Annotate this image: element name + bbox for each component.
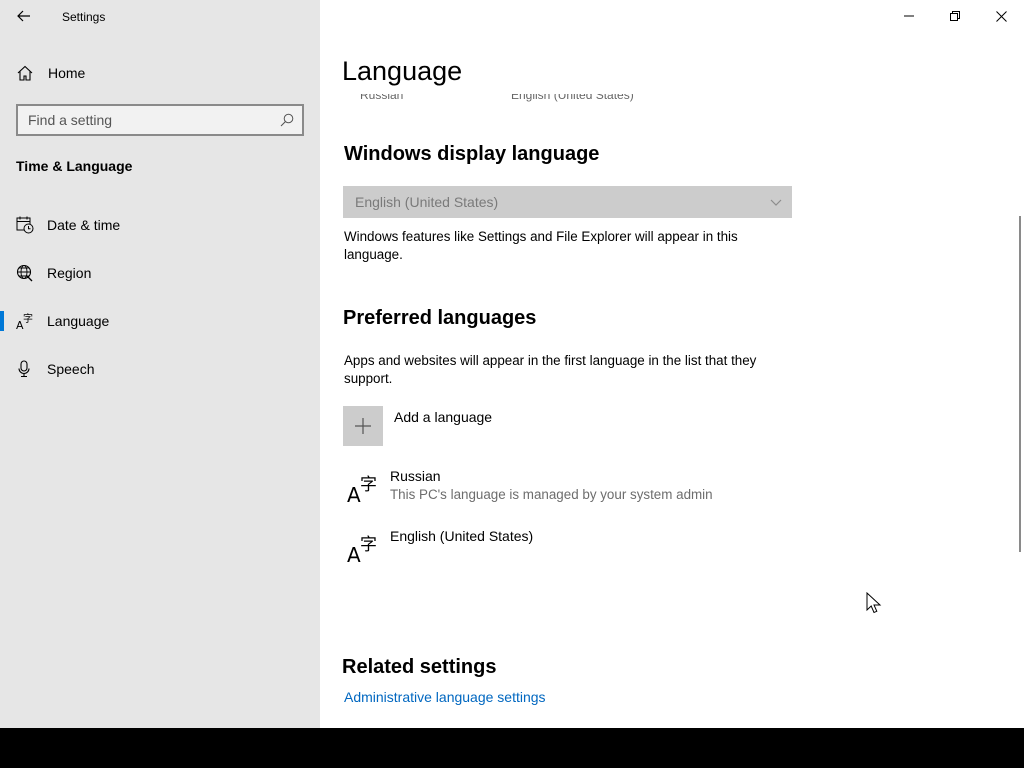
app-title: Settings: [62, 10, 106, 24]
preferred-languages-description: Apps and websites will appear in the fir…: [344, 353, 757, 386]
sidebar-item-label: Region: [47, 265, 92, 281]
display-language-dropdown[interactable]: English (United States): [343, 186, 792, 218]
language-item-russian[interactable]: A 字 Russian This PC's language is manage…: [343, 466, 793, 514]
sidebar-item-language[interactable]: A 字 Language: [0, 301, 320, 341]
add-language-button[interactable]: Add a language: [343, 406, 643, 446]
add-language-label: Add a language: [394, 409, 493, 425]
language-name: Russian: [390, 468, 441, 484]
display-language-description: Windows features like Settings and File …: [344, 229, 738, 262]
microphone-icon: [18, 360, 30, 378]
language-name: English (United States): [390, 528, 534, 544]
nav-home[interactable]: Home: [0, 58, 320, 88]
svg-text:字: 字: [360, 535, 377, 555]
page-title: Language: [342, 56, 463, 86]
close-icon: [995, 10, 1007, 22]
globe-icon: [16, 264, 33, 282]
sidebar-item-label: Language: [47, 313, 110, 329]
plus-icon: [355, 418, 371, 434]
back-button[interactable]: [10, 4, 38, 28]
restore-icon: [950, 11, 960, 21]
scrolled-cutoff-text: English (United States): [511, 88, 634, 102]
svg-text:字: 字: [23, 312, 33, 325]
minimize-button[interactable]: [886, 0, 932, 32]
back-arrow-icon: [17, 10, 30, 22]
scrollbar[interactable]: [1019, 216, 1021, 552]
administrative-language-settings-link[interactable]: Administrative language settings: [344, 689, 546, 705]
search-input[interactable]: [18, 106, 276, 134]
scrolled-cutoff-text: Russian: [360, 88, 404, 102]
sidebar: Settings Home Time & Language Date & tim…: [0, 0, 320, 728]
minimize-icon: [904, 15, 914, 17]
sidebar-item-label: Speech: [47, 361, 95, 377]
restore-button[interactable]: [932, 0, 978, 32]
sidebar-item-region[interactable]: Region: [0, 253, 320, 293]
close-button[interactable]: [978, 0, 1024, 32]
search-box: [16, 104, 304, 136]
svg-text:字: 字: [360, 475, 377, 495]
sidebar-item-label: Date & time: [47, 217, 121, 233]
related-settings-heading: Related settings: [342, 656, 497, 678]
sidebar-item-speech[interactable]: Speech: [0, 349, 320, 389]
add-tile: [343, 406, 383, 446]
language-note: This PC's language is managed by your sy…: [390, 487, 713, 502]
section-title: Time & Language: [16, 158, 133, 174]
preferred-languages-heading: Preferred languages: [343, 307, 537, 329]
search-icon[interactable]: [280, 113, 294, 127]
home-label: Home: [48, 65, 86, 81]
home-icon: [17, 65, 33, 81]
svg-text:A: A: [347, 543, 361, 564]
language-item-english-us[interactable]: A 字 English (United States): [343, 526, 793, 574]
chevron-down-icon: [770, 199, 782, 206]
dropdown-value: English (United States): [355, 194, 499, 210]
taskbar: [0, 728, 1024, 768]
settings-window: Settings Home Time & Language Date & tim…: [0, 0, 1024, 728]
display-language-heading: Windows display language: [344, 143, 600, 165]
mouse-cursor-icon: [866, 592, 882, 614]
calendar-clock-icon: [16, 216, 34, 234]
svg-text:A: A: [347, 483, 361, 504]
sidebar-item-date-time[interactable]: Date & time: [0, 205, 320, 245]
language-icon: A 字: [347, 535, 377, 564]
selection-indicator: [0, 311, 4, 331]
language-icon: A 字: [16, 312, 33, 330]
language-icon: A 字: [347, 475, 377, 504]
main-content: Language Russian English (United States)…: [320, 0, 1024, 728]
